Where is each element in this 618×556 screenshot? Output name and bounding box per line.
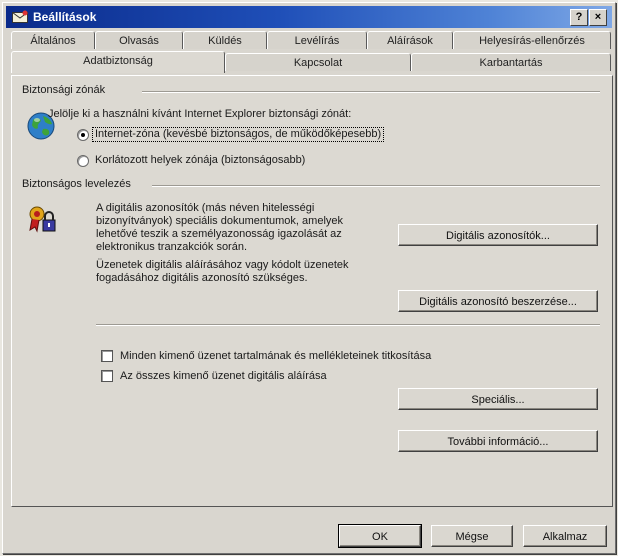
secure-mail-group-label: Biztonságos levelezés xyxy=(22,178,131,190)
close-button[interactable]: × xyxy=(589,9,607,26)
encrypt-checkbox-label[interactable]: Minden kimenő üzenet tartalmának és mell… xyxy=(120,350,431,363)
radio-restricted-zone[interactable] xyxy=(77,155,89,167)
digital-id-desc-line1: A digitális azonosítók (más néven hitele… xyxy=(96,202,315,214)
digital-ids-button[interactable]: Digitális azonosítók... xyxy=(398,224,598,246)
apply-button[interactable]: Alkalmaz xyxy=(523,525,607,547)
cancel-button[interactable]: Mégse xyxy=(431,525,513,547)
radio-restricted-zone-label[interactable]: Korlátozott helyek zónája (biztonságosab… xyxy=(95,154,305,167)
title-bar[interactable]: Beállítások ? × xyxy=(6,6,612,28)
tab-adatbiztonsag[interactable]: Adatbiztonság xyxy=(11,51,225,73)
secure-mail-group-divider xyxy=(152,185,600,187)
tab-altalanos[interactable]: Általános xyxy=(11,31,95,49)
digital-id-desc-line4: elektronikus tranzakciók során. xyxy=(96,241,248,253)
encrypt-checkbox[interactable] xyxy=(101,350,113,362)
signing-desc-line2: fogadásához digitális azonosító szüksége… xyxy=(96,272,308,284)
zones-group-divider xyxy=(142,91,600,93)
tab-panel: Biztonsági zónák Jelölje ki a használni … xyxy=(11,75,613,507)
envelope-app-icon xyxy=(12,10,28,23)
tab-olvasas[interactable]: Olvasás xyxy=(95,31,183,49)
radio-internet-zone-label[interactable]: Internet-zóna (kevésbé biztonságos, de m… xyxy=(92,127,385,142)
tab-kapcsolat[interactable]: Kapcsolat xyxy=(225,53,411,71)
get-digital-id-button[interactable]: Digitális azonosító beszerzése... xyxy=(398,290,598,312)
sign-checkbox[interactable] xyxy=(101,370,113,382)
zones-group-label: Biztonsági zónák xyxy=(22,84,106,96)
certificate-lock-icon xyxy=(29,206,56,233)
more-info-button[interactable]: További információ... xyxy=(398,430,598,452)
tab-helyesiras[interactable]: Helyesírás-ellenőrzés xyxy=(453,31,611,49)
ok-button[interactable]: OK xyxy=(338,524,422,548)
tab-kuldes[interactable]: Küldés xyxy=(183,31,267,49)
help-button[interactable]: ? xyxy=(570,9,588,26)
tab-alairasok[interactable]: Aláírások xyxy=(367,31,453,49)
digital-id-desc-line3: lehetővé teszik a személyazonosság igazo… xyxy=(96,228,342,240)
sign-checkbox-label[interactable]: Az összes kimenő üzenet digitális aláírá… xyxy=(120,370,327,383)
advanced-button[interactable]: Speciális... xyxy=(398,388,598,410)
tab-levelirás[interactable]: Levélírás xyxy=(267,31,367,49)
mail-separator xyxy=(96,324,600,326)
window-title: Beállítások xyxy=(33,10,97,24)
radio-internet-zone[interactable] xyxy=(77,129,89,141)
signing-desc-line1: Üzenetek digitális aláírásához vagy kódo… xyxy=(96,259,349,271)
zones-prompt: Jelölje ki a használni kívánt Internet E… xyxy=(48,108,352,120)
tab-karbantartas[interactable]: Karbantartás xyxy=(411,53,611,71)
digital-id-desc-line2: bizonyítványok) speciális dokumentumok, … xyxy=(96,215,344,227)
options-dialog: Beállítások ? × Általános Olvasás Küldés… xyxy=(2,2,616,554)
